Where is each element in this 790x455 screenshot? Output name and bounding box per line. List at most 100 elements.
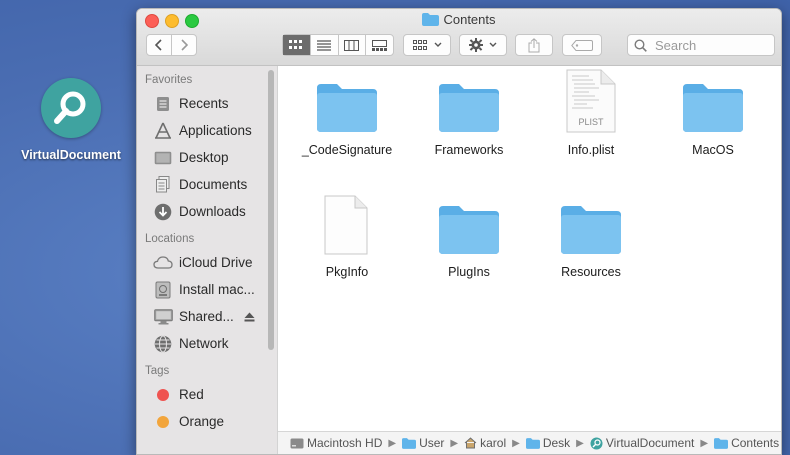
tag-button[interactable] <box>562 34 602 56</box>
sidebar-item-icloud-drive[interactable]: iCloud Drive <box>137 249 277 276</box>
sidebar-item-desktop[interactable]: Desktop <box>137 144 277 171</box>
file-item-frameworks[interactable]: Frameworks <box>410 78 528 157</box>
file-name: PlugIns <box>448 265 490 279</box>
cloud-icon <box>153 254 173 272</box>
sidebar-item-install-mac[interactable]: Install mac... <box>137 276 277 303</box>
red-tag-dot-icon <box>153 386 173 404</box>
columns-icon <box>344 39 360 51</box>
folder-icon <box>439 206 499 254</box>
path-item-label: User <box>419 436 445 450</box>
eject-icon[interactable] <box>244 312 255 322</box>
gallery-view-button[interactable] <box>365 35 393 55</box>
action-menu-button[interactable] <box>459 34 507 56</box>
sidebar-item-label: Orange <box>179 414 225 429</box>
path-item-label: VirtualDocument <box>605 436 695 450</box>
file-item-pkginfo[interactable]: PkgInfo <box>288 195 406 279</box>
folder-icon <box>525 437 540 449</box>
share-icon <box>528 37 540 52</box>
file-name: Frameworks <box>434 143 504 157</box>
window-title-text: Contents <box>443 12 496 27</box>
finder-window: Contents Search Favorites Recents Applic… <box>136 8 782 455</box>
sidebar-item-label: Recents <box>179 96 229 111</box>
folder-icon <box>317 84 377 132</box>
desktop-icon-label: VirtualDocument <box>21 148 121 162</box>
path-item-label: Contents <box>731 436 780 450</box>
back-button[interactable] <box>147 35 171 55</box>
gallery-icon <box>372 39 388 51</box>
sidebar-item-label: Install mac... <box>179 282 255 297</box>
path-item-label: Macintosh HD <box>307 436 383 450</box>
file-name: Info.plist <box>567 143 615 157</box>
file-item-codesignature[interactable]: _CodeSignature <box>288 78 406 157</box>
column-view-button[interactable] <box>337 35 366 55</box>
sidebar-item-label: Network <box>179 336 229 351</box>
plist-badge-text: PLIST <box>578 117 604 127</box>
path-item-contents[interactable]: Contents <box>714 436 779 450</box>
hard-drive-icon <box>290 438 304 448</box>
chevron-down-icon <box>489 42 497 47</box>
chevron-right-icon <box>181 39 188 51</box>
chevron-left-icon <box>155 39 162 51</box>
home-icon <box>464 437 477 449</box>
downloads-icon <box>153 203 173 221</box>
file-item-info-plist[interactable]: PLIST Info.plist <box>532 69 650 157</box>
file-name: PkgInfo <box>325 265 369 279</box>
chevron-down-icon <box>434 42 441 47</box>
folder-icon <box>402 437 417 449</box>
share-button[interactable] <box>515 34 553 56</box>
group-by-button[interactable] <box>403 34 451 56</box>
folder-icon <box>683 84 743 132</box>
group-grid-icon <box>412 39 427 50</box>
gear-icon <box>469 38 483 52</box>
search-field[interactable] <box>627 34 775 56</box>
path-separator: ▶ <box>576 437 584 449</box>
sidebar-item-shared[interactable]: Shared... <box>137 303 277 330</box>
file-item-macos[interactable]: MacOS <box>654 78 772 157</box>
path-item-label: karol <box>480 436 507 450</box>
path-item-user[interactable]: User <box>402 436 444 450</box>
file-name: Resources <box>561 265 621 279</box>
sidebar-item-tag-red[interactable]: Red <box>137 381 277 408</box>
tag-icon <box>571 39 593 51</box>
title-bar: Contents <box>137 9 781 66</box>
path-item-virtualdocument[interactable]: VirtualDocument <box>590 436 695 450</box>
folder-icon <box>439 84 499 132</box>
favorites-header: Favorites <box>145 74 193 86</box>
locations-header: Locations <box>145 233 195 245</box>
search-input[interactable] <box>653 36 767 54</box>
view-mode-segmented-control <box>282 34 394 56</box>
magnifier-app-icon <box>41 78 101 138</box>
sidebar-item-label: Desktop <box>179 150 229 165</box>
plist-file-icon: PLIST <box>566 69 616 133</box>
path-item-label: Desk <box>542 436 571 450</box>
sidebar-scrollbar[interactable] <box>268 70 274 350</box>
disk-icon <box>153 281 173 299</box>
list-view-button[interactable] <box>309 35 338 55</box>
sidebar-item-label: Documents <box>179 177 248 192</box>
sidebar-item-recents[interactable]: Recents <box>137 90 277 117</box>
tags-header: Tags <box>145 365 170 377</box>
path-item-macintosh-hd[interactable]: Macintosh HD <box>290 436 382 450</box>
documents-icon <box>153 176 173 194</box>
path-item-home[interactable]: karol <box>464 436 506 450</box>
sidebar-item-tag-orange[interactable]: Orange <box>137 408 277 435</box>
sidebar-item-label: iCloud Drive <box>179 255 253 270</box>
list-icon <box>317 39 332 51</box>
file-name: MacOS <box>692 143 734 157</box>
icon-view-button[interactable] <box>283 35 310 55</box>
desktop-icon-virtualdocument[interactable]: VirtualDocument <box>10 78 132 162</box>
sidebar-item-downloads[interactable]: Downloads <box>137 198 277 225</box>
file-item-resources[interactable]: Resources <box>532 200 650 279</box>
sidebar-item-applications[interactable]: Applications <box>137 117 277 144</box>
file-name: _CodeSignature <box>301 143 393 157</box>
sidebar-item-network[interactable]: Network <box>137 330 277 357</box>
desktop-icon <box>153 149 173 167</box>
forward-button[interactable] <box>171 35 196 55</box>
navigation-buttons <box>146 34 197 56</box>
path-item-desktop[interactable]: Desk <box>525 436 571 450</box>
app-icon <box>590 437 603 449</box>
sidebar-item-documents[interactable]: Documents <box>137 171 277 198</box>
file-item-plugins[interactable]: PlugIns <box>410 200 528 279</box>
path-separator: ▶ <box>450 437 459 449</box>
sidebar-item-label: Downloads <box>179 204 246 219</box>
